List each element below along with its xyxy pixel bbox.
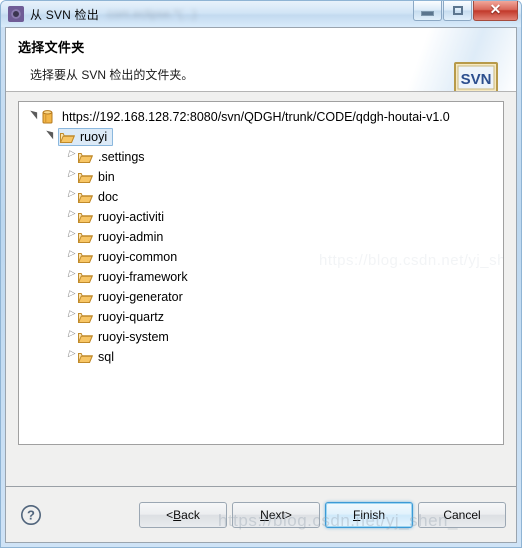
folder-icon: [60, 129, 77, 145]
triangle-right-icon: [68, 169, 75, 181]
triangle-right-icon: [68, 269, 75, 281]
expand-collapse-toggle[interactable]: [63, 269, 78, 281]
svg-text:?: ?: [27, 507, 35, 522]
tree-item-label: sql: [98, 350, 114, 364]
tree-row[interactable]: ruoyi-generator: [19, 287, 503, 307]
tree-row[interactable]: ruoyi: [19, 127, 503, 147]
tree-row[interactable]: https://192.168.128.72:8080/svn/QDGH/tru…: [19, 107, 503, 127]
tree-row[interactable]: ruoyi-activiti: [19, 207, 503, 227]
triangle-right-icon: [68, 189, 75, 201]
folder-icon: [78, 329, 95, 345]
expand-collapse-toggle[interactable]: [63, 209, 78, 221]
expand-collapse-toggle[interactable]: [63, 329, 78, 341]
tree-item-label: https://192.168.128.72:8080/svn/QDGH/tru…: [62, 110, 450, 124]
selected-tree-item[interactable]: ruoyi: [58, 128, 114, 146]
expand-collapse-toggle[interactable]: [63, 149, 78, 161]
svn-checkout-icon: [8, 6, 24, 22]
svg-text:SVN: SVN: [461, 71, 492, 88]
next-button[interactable]: Next >: [232, 501, 320, 528]
folder-icon: [78, 209, 95, 225]
window-title: 从 SVN 检出: [30, 7, 99, 22]
cancel-button[interactable]: Cancel: [418, 501, 506, 528]
tree-row[interactable]: sql: [19, 347, 503, 367]
svn-checkout-dialog: 从 SVN 检出 com.eclipse.*(...) ✕ 选择文件夹 选择要从…: [0, 0, 522, 548]
close-button[interactable]: ✕: [473, 1, 518, 21]
title-bar[interactable]: 从 SVN 检出 com.eclipse.*(...) ✕: [1, 1, 521, 27]
page-title: 选择文件夹: [18, 40, 85, 55]
tree-row[interactable]: ruoyi-quartz: [19, 307, 503, 327]
folder-icon: [78, 229, 95, 245]
triangle-right-icon: [68, 349, 75, 361]
finish-button-rest: inish: [360, 507, 386, 522]
finish-button[interactable]: Finish: [325, 501, 413, 528]
folder-icon: [78, 149, 95, 165]
triangle-right-icon: [68, 309, 75, 321]
triangle-right-icon: [68, 249, 75, 261]
tree-row[interactable]: ruoyi-system: [19, 327, 503, 347]
folder-icon: [78, 309, 95, 325]
next-button-mnemonic: N: [260, 507, 269, 522]
tree-row[interactable]: bin: [19, 167, 503, 187]
triangle-right-icon: [68, 149, 75, 161]
expand-collapse-toggle[interactable]: [63, 229, 78, 241]
maximize-button[interactable]: [443, 1, 472, 21]
tree-item-label: ruoyi-common: [98, 250, 178, 264]
cancel-button-label: Cancel: [443, 507, 481, 522]
folder-icon: [78, 289, 95, 305]
tree-item-label: ruoyi-activiti: [98, 210, 164, 224]
back-button-rest: ack: [181, 507, 200, 522]
repository-icon: [42, 109, 59, 125]
folder-icon: [78, 269, 95, 285]
expand-collapse-toggle[interactable]: [63, 309, 78, 321]
tree-item-label: ruoyi-quartz: [98, 310, 164, 324]
dialog-button-bar: ? < Back Next > Finish Cancel https://bl…: [6, 486, 516, 542]
folder-icon: [78, 249, 95, 265]
triangle-right-icon: [68, 229, 75, 241]
tree-row[interactable]: ruoyi-framework: [19, 267, 503, 287]
next-button-suffix: >: [284, 507, 292, 522]
tree-item-label: ruoyi-system: [98, 330, 169, 344]
page-subtitle: 选择要从 SVN 检出的文件夹。: [30, 68, 194, 82]
expand-collapse-toggle[interactable]: [63, 289, 78, 301]
folder-tree[interactable]: https://192.168.128.72:8080/svn/QDGH/tru…: [18, 101, 504, 445]
finish-button-mnemonic: F: [352, 507, 361, 522]
svn-logo-icon: SVN: [454, 62, 498, 91]
tree-row[interactable]: doc: [19, 187, 503, 207]
folder-tree-region: https://192.168.128.72:8080/svn/QDGH/tru…: [6, 92, 516, 486]
tree-item-label: ruoyi-admin: [98, 230, 164, 244]
folder-icon: [78, 189, 95, 205]
tree-item-label: ruoyi-generator: [98, 290, 183, 304]
triangle-right-icon: [68, 329, 75, 341]
wizard-buttons: < Back Next > Finish Cancel: [139, 501, 506, 528]
minimize-button[interactable]: [413, 1, 442, 21]
wizard-header: 选择文件夹 选择要从 SVN 检出的文件夹。 SVN: [6, 28, 516, 92]
tree-item-label: doc: [98, 190, 119, 204]
dialog-client-area: 选择文件夹 选择要从 SVN 检出的文件夹。 SVN https://192.1…: [5, 27, 517, 543]
tree-item-label: bin: [98, 170, 115, 184]
tree-item-label: ruoyi-framework: [98, 270, 188, 284]
back-button[interactable]: < Back: [139, 501, 227, 528]
close-icon: ✕: [489, 2, 502, 18]
maximize-icon: [452, 6, 463, 15]
expand-collapse-toggle[interactable]: [63, 189, 78, 201]
tree-row[interactable]: .settings: [19, 147, 503, 167]
back-button-mnemonic: B: [173, 507, 182, 522]
triangle-right-icon: [68, 209, 75, 221]
window-title-blurred-suffix: com.eclipse.*(...): [106, 7, 197, 21]
back-button-prefix: <: [166, 507, 174, 522]
tree-row[interactable]: ruoyi-common: [19, 247, 503, 267]
minimize-icon: [421, 10, 434, 16]
window-controls: ✕: [412, 1, 518, 21]
triangle-right-icon: [68, 289, 75, 301]
next-button-rest: ext: [268, 507, 285, 522]
expand-collapse-toggle[interactable]: [63, 169, 78, 181]
help-icon[interactable]: ?: [20, 504, 42, 526]
tree-item-label: .settings: [98, 150, 145, 164]
folder-icon: [78, 169, 95, 185]
expand-collapse-toggle[interactable]: [63, 249, 78, 261]
expand-collapse-toggle[interactable]: [63, 349, 78, 361]
folder-icon: [78, 349, 95, 365]
tree-row[interactable]: ruoyi-admin: [19, 227, 503, 247]
tree-item-label: ruoyi: [80, 130, 108, 144]
